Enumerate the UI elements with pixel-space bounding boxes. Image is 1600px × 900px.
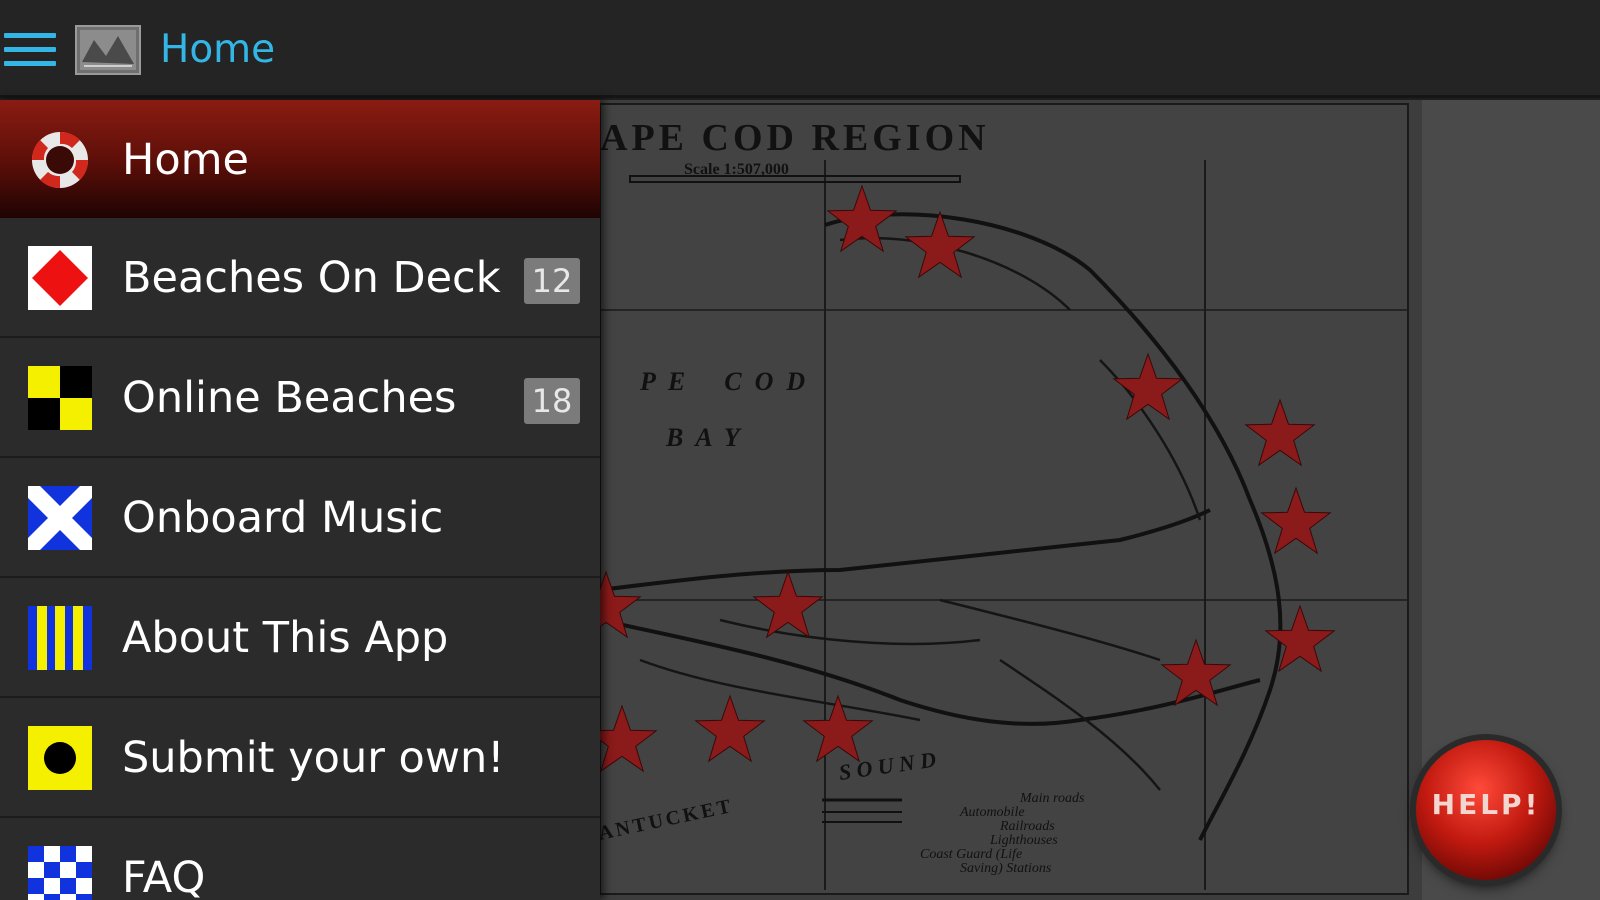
map-legend-entry: Saving) Stations <box>960 861 1052 876</box>
map-legend-entry: Main roads <box>1019 791 1085 806</box>
red-diamond-flag-icon <box>28 246 92 310</box>
drawer-item-label: Online Beaches <box>122 373 457 423</box>
blue-white-checker-flag-icon <box>28 846 92 900</box>
count-badge: 12 <box>524 258 580 304</box>
count-badge: 18 <box>524 378 580 424</box>
map-title: APE COD REGION <box>600 117 990 159</box>
drawer-item-label: FAQ <box>122 853 206 900</box>
map-legend-entry: Lighthouses <box>989 833 1058 848</box>
drawer-item-label: Beaches On Deck <box>122 253 501 303</box>
drawer-item-about-this-app[interactable]: About This App <box>0 578 600 698</box>
action-bar-title: Home <box>160 27 276 72</box>
drawer-item-online-beaches[interactable]: Online Beaches 18 <box>0 338 600 458</box>
help-button-label: HELP! <box>1431 788 1541 821</box>
drawer-item-faq[interactable]: FAQ <box>0 818 600 900</box>
yellow-black-dot-flag-icon <box>28 726 92 790</box>
blue-white-cross-flag-icon <box>28 486 92 550</box>
app-logo-icon[interactable] <box>74 22 142 76</box>
map-bay-label-2: B A Y <box>665 423 742 452</box>
navigation-drawer: Home Beaches On Deck 12 Online Beaches 1… <box>0 100 600 900</box>
drawer-item-home[interactable]: Home <box>0 100 600 218</box>
drawer-item-label: Home <box>122 135 249 185</box>
yellow-black-checker-flag-icon <box>28 366 92 430</box>
blue-yellow-stripes-flag-icon <box>28 606 92 670</box>
map-legend-entry: Automobile <box>959 805 1025 820</box>
drawer-item-label: About This App <box>122 613 449 663</box>
drawer-item-label: Onboard Music <box>122 493 444 543</box>
drawer-item-submit-your-own[interactable]: Submit your own! <box>0 698 600 818</box>
map-scale: Scale 1:507,000 <box>684 161 789 178</box>
map-legend-entry: Coast Guard (Life <box>920 847 1022 862</box>
action-bar: Home <box>0 0 1600 98</box>
lifebuoy-icon <box>31 131 89 189</box>
drawer-item-beaches-on-deck[interactable]: Beaches On Deck 12 <box>0 218 600 338</box>
help-button[interactable]: HELP! <box>1416 740 1556 880</box>
hamburger-menu-icon[interactable] <box>4 33 56 67</box>
drawer-item-label: Submit your own! <box>122 733 505 783</box>
map-bay-label-1: P E C O D <box>639 367 805 396</box>
map-legend-entry: Railroads <box>999 819 1055 834</box>
drawer-item-onboard-music[interactable]: Onboard Music <box>0 458 600 578</box>
